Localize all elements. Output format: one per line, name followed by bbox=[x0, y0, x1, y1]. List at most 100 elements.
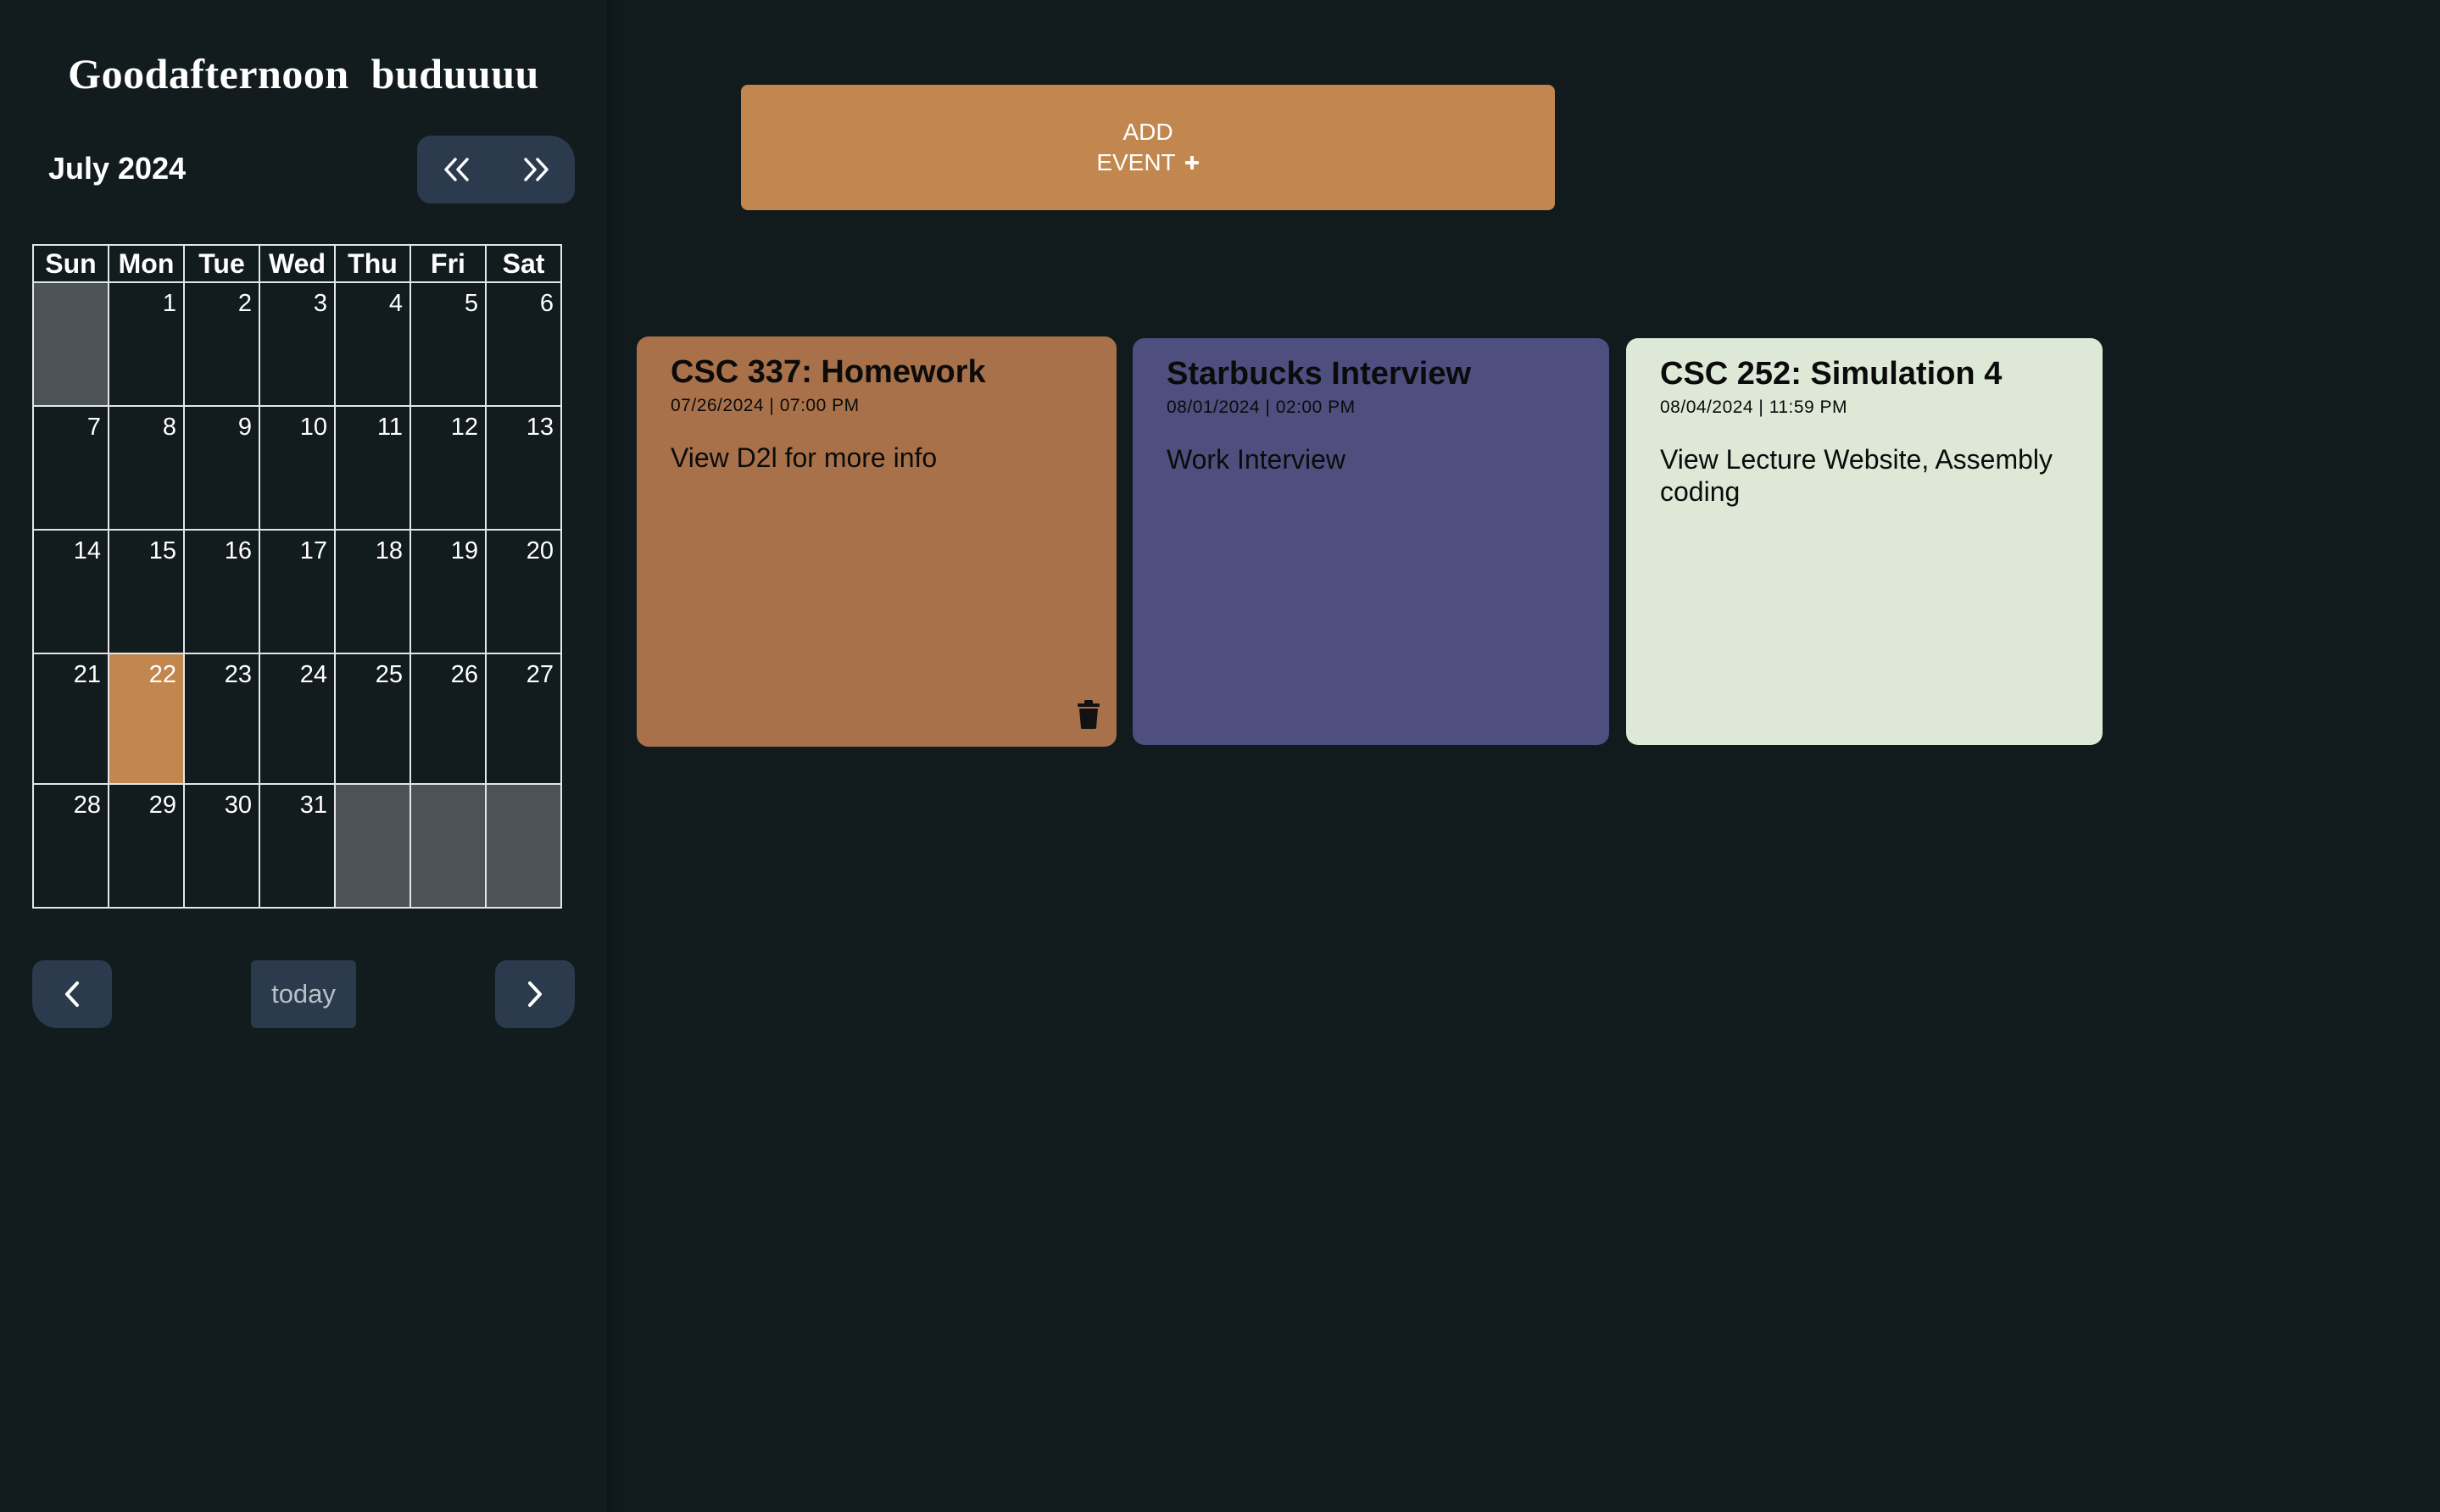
day-number: 17 bbox=[299, 537, 327, 564]
event-description: View Lecture Website, Assembly coding bbox=[1660, 444, 2053, 507]
calendar-day[interactable]: 6 bbox=[485, 281, 562, 407]
event-datetime: 08/01/2024 | 02:00 PM bbox=[1167, 397, 1356, 417]
calendar-week: 7 8 9 10 11 12 13 bbox=[32, 405, 562, 531]
day-number: 29 bbox=[148, 792, 176, 819]
calendar-day[interactable]: 3 bbox=[259, 281, 336, 407]
year-nav bbox=[417, 136, 575, 203]
next-year-button[interactable] bbox=[496, 136, 575, 203]
calendar-day[interactable]: 30 bbox=[183, 783, 260, 909]
calendar-day-empty bbox=[32, 281, 109, 407]
calendar-day[interactable]: 17 bbox=[259, 529, 336, 654]
month-title: July 2024 bbox=[48, 151, 187, 186]
weekday-wed: Wed bbox=[259, 244, 336, 283]
calendar-day[interactable]: 1 bbox=[108, 281, 185, 407]
day-number: 11 bbox=[376, 414, 403, 441]
calendar-day[interactable]: 21 bbox=[32, 653, 109, 785]
sidebar: Goodafternoon buduuuu July 2024 Sun Mon … bbox=[0, 0, 607, 1512]
weekday-thu: Thu bbox=[334, 244, 411, 283]
weekday-tue: Tue bbox=[183, 244, 260, 283]
day-number: 16 bbox=[224, 537, 252, 564]
calendar-week: 1 2 3 4 5 6 bbox=[32, 281, 562, 407]
event-card[interactable]: Starbucks Interview 08/01/2024 | 02:00 P… bbox=[1133, 338, 1609, 745]
calendar-day[interactable]: 12 bbox=[409, 405, 487, 531]
day-number: 27 bbox=[526, 661, 554, 688]
calendar-day[interactable]: 20 bbox=[485, 529, 562, 654]
greeting: Goodafternoon buduuuu bbox=[68, 50, 539, 97]
calendar-day[interactable]: 2 bbox=[183, 281, 260, 407]
calendar-day-empty bbox=[409, 783, 487, 909]
calendar-week: 28 29 30 31 bbox=[32, 783, 562, 909]
calendar-day[interactable]: 8 bbox=[108, 405, 185, 531]
today-button[interactable]: today bbox=[251, 960, 356, 1028]
day-number: 6 bbox=[539, 290, 554, 317]
prev-year-button[interactable] bbox=[417, 136, 496, 203]
add-event-line2: EVENT bbox=[1096, 147, 1199, 178]
calendar-day[interactable]: 19 bbox=[409, 529, 487, 654]
calendar-day-selected[interactable]: 22 bbox=[108, 653, 185, 785]
calendar-week: 14 15 16 17 18 19 20 bbox=[32, 529, 562, 654]
month-nav: today bbox=[32, 960, 575, 1028]
add-event-button[interactable]: ADD EVENT bbox=[741, 85, 1555, 210]
event-datetime: 08/04/2024 | 11:59 PM bbox=[1660, 397, 1848, 417]
event-title: Starbucks Interview bbox=[1167, 356, 1472, 392]
calendar-day[interactable]: 27 bbox=[485, 653, 562, 785]
calendar-day[interactable]: 16 bbox=[183, 529, 260, 654]
chevron-left-icon bbox=[65, 981, 79, 1007]
day-number: 9 bbox=[237, 414, 252, 441]
calendar-day[interactable]: 23 bbox=[183, 653, 260, 785]
calendar-day[interactable]: 10 bbox=[259, 405, 336, 531]
event-description: View D2l for more info bbox=[671, 442, 938, 473]
calendar-day[interactable]: 13 bbox=[485, 405, 562, 531]
calendar-day[interactable]: 7 bbox=[32, 405, 109, 531]
event-card[interactable]: CSC 337: Homework 07/26/2024 | 07:00 PM … bbox=[637, 336, 1117, 747]
calendar-day-empty bbox=[334, 783, 411, 909]
day-number: 22 bbox=[148, 661, 176, 688]
calendar-day[interactable]: 29 bbox=[108, 783, 185, 909]
weekday-mon: Mon bbox=[108, 244, 185, 283]
calendar-day[interactable]: 9 bbox=[183, 405, 260, 531]
calendar-day[interactable]: 4 bbox=[334, 281, 411, 407]
calendar-day[interactable]: 14 bbox=[32, 529, 109, 654]
weekday-sun: Sun bbox=[32, 244, 109, 283]
day-number: 24 bbox=[299, 661, 327, 688]
day-number: 2 bbox=[237, 290, 252, 317]
calendar-day[interactable]: 15 bbox=[108, 529, 185, 654]
day-number: 3 bbox=[313, 290, 327, 317]
weekday-header-row: Sun Mon Tue Wed Thu Fri Sat bbox=[32, 244, 562, 283]
event-card[interactable]: CSC 252: Simulation 4 08/04/2024 | 11:59… bbox=[1626, 338, 2103, 745]
day-number: 21 bbox=[73, 661, 101, 688]
app: Goodafternoon buduuuu July 2024 Sun Mon … bbox=[0, 0, 2440, 1512]
calendar-day[interactable]: 11 bbox=[334, 405, 411, 531]
chevron-right-icon bbox=[528, 981, 542, 1007]
calendar-day[interactable]: 18 bbox=[334, 529, 411, 654]
day-number: 13 bbox=[526, 414, 554, 441]
calendar-grid: Sun Mon Tue Wed Thu Fri Sat 1 2 3 4 5 6 … bbox=[32, 244, 562, 909]
day-number: 14 bbox=[73, 537, 101, 564]
double-chevron-left-icon bbox=[443, 158, 469, 181]
calendar-day[interactable]: 28 bbox=[32, 783, 109, 909]
next-month-button[interactable] bbox=[495, 960, 575, 1028]
day-number: 10 bbox=[299, 414, 327, 441]
double-chevron-right-icon bbox=[523, 158, 549, 181]
trash-icon[interactable] bbox=[1076, 699, 1101, 730]
day-number: 7 bbox=[86, 414, 101, 441]
day-number: 23 bbox=[224, 661, 252, 688]
prev-month-button[interactable] bbox=[32, 960, 112, 1028]
add-event-label-line1: ADD bbox=[1123, 119, 1173, 145]
plus-icon bbox=[1184, 156, 1199, 170]
calendar-day[interactable]: 5 bbox=[409, 281, 487, 407]
calendar-day[interactable]: 24 bbox=[259, 653, 336, 785]
calendar-day-empty bbox=[485, 783, 562, 909]
day-number: 4 bbox=[388, 290, 403, 317]
weekday-sat: Sat bbox=[485, 244, 562, 283]
calendar-day[interactable]: 26 bbox=[409, 653, 487, 785]
event-description: Work Interview bbox=[1167, 444, 1346, 475]
day-number: 30 bbox=[224, 792, 252, 819]
add-event-label-line2: EVENT bbox=[1096, 149, 1176, 175]
calendar-day[interactable]: 25 bbox=[334, 653, 411, 785]
event-title: CSC 337: Homework bbox=[671, 354, 986, 390]
calendar-day[interactable]: 31 bbox=[259, 783, 336, 909]
day-number: 18 bbox=[375, 537, 403, 564]
day-number: 5 bbox=[464, 290, 478, 317]
day-number: 19 bbox=[450, 537, 478, 564]
